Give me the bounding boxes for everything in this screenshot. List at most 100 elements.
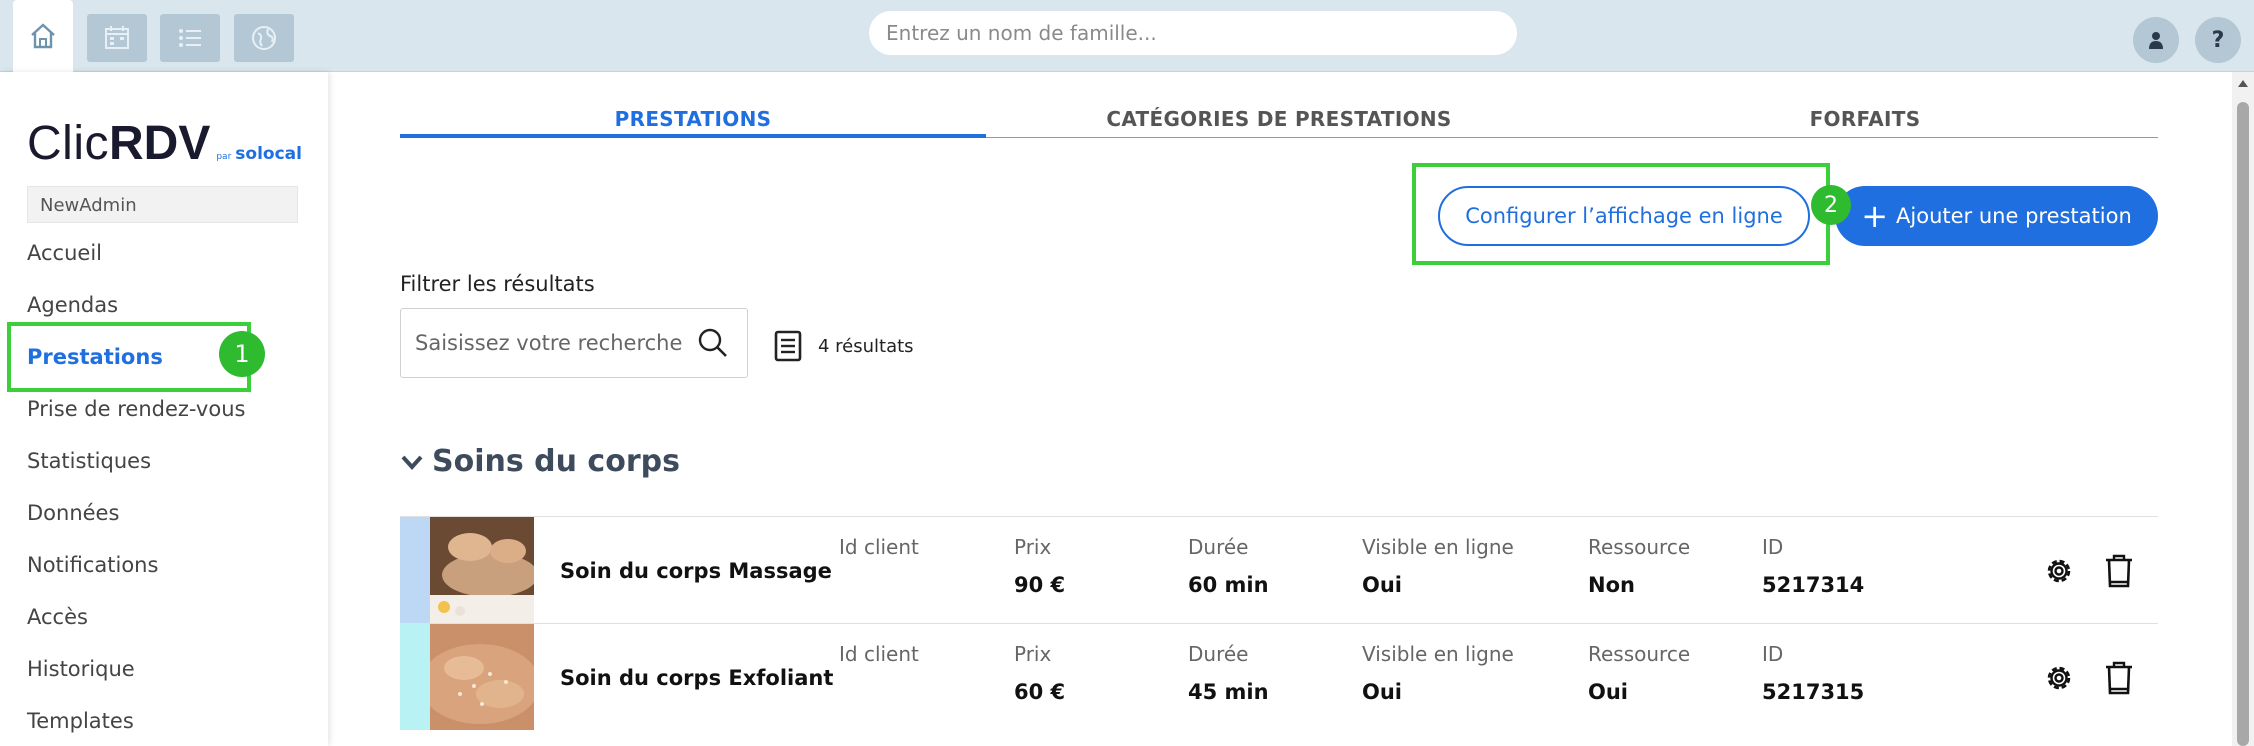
globe-icon (252, 26, 276, 50)
account-name[interactable]: NewAdmin (27, 186, 298, 223)
settings-button[interactable] (2041, 553, 2077, 589)
sidebar: Clic RDV par solocal NewAdmin Accueil Ag… (0, 72, 328, 746)
user-button[interactable] (2133, 17, 2179, 63)
chevron-down-icon (401, 455, 423, 470)
visible-online-value: Oui (1362, 680, 1403, 704)
logo-rdv-text: RDV (109, 117, 211, 170)
gear-icon (2047, 559, 2071, 583)
sidebar-item-prestations[interactable]: Prestations (27, 345, 163, 369)
home-nav-button[interactable] (13, 0, 73, 72)
logo-clic-text: Clic (27, 117, 109, 170)
sidebar-item-donnees[interactable]: Données (27, 501, 119, 525)
id-cell: ID 5217314 (1762, 535, 1864, 597)
category-color-stripe (400, 624, 430, 730)
sidebar-item-historique[interactable]: Historique (27, 657, 135, 681)
logo-par-text: par (216, 152, 232, 162)
add-prestation-button[interactable]: + Ajouter une prestation (1835, 186, 2158, 246)
results-summary: 4 résultats (774, 330, 914, 362)
resource-label: Ressource (1588, 535, 1691, 559)
tab-forfaits[interactable]: FORFAITS (1572, 100, 2158, 137)
family-name-search-input[interactable] (869, 11, 1517, 55)
exfoliant-thumbnail-image (430, 624, 534, 730)
list-nav-button[interactable] (160, 14, 220, 62)
configure-online-display-button[interactable]: Configurer l’affichage en ligne (1438, 186, 1810, 246)
settings-button[interactable] (2041, 660, 2077, 696)
id-value: 5217315 (1762, 680, 1865, 704)
filter-label: Filtrer les résultats (400, 272, 595, 296)
sidebar-item-notifications[interactable]: Notifications (27, 553, 158, 577)
plus-icon: + (1861, 197, 1889, 235)
duration-label: Durée (1188, 535, 1249, 559)
section-title: Soins du corps (432, 444, 680, 479)
client-id-label: Id client (839, 535, 919, 559)
annotation-badge-2: 2 (1811, 185, 1851, 225)
duration-label: Durée (1188, 642, 1249, 666)
clicrdv-logo: Clic RDV par solocal (27, 116, 302, 171)
client-id-cell: Id client (839, 535, 919, 573)
gear-icon (2047, 666, 2071, 690)
price-cell: Prix 90 € (1014, 535, 1065, 597)
annotation-badge-1: 1 (219, 331, 265, 377)
section-toggle-soins-du-corps[interactable]: Soins du corps (400, 444, 680, 479)
visible-online-cell: Visible en ligne Oui (1362, 642, 1514, 704)
scrollbar-thumb[interactable] (2237, 102, 2249, 746)
table-row[interactable]: Soin du corps Massage Id client Prix 90 … (400, 516, 2158, 623)
visible-online-value: Oui (1362, 573, 1403, 597)
filter-search-input[interactable] (415, 331, 685, 355)
visible-online-label: Visible en ligne (1362, 535, 1514, 559)
price-label: Prix (1014, 535, 1052, 559)
client-id-cell: Id client (839, 642, 919, 680)
help-button[interactable]: ? (2195, 17, 2241, 63)
resource-cell: Ressource Non (1588, 535, 1690, 597)
resource-value: Non (1588, 573, 1635, 597)
scroll-up-arrow-icon[interactable] (2238, 80, 2248, 87)
search-icon[interactable] (697, 327, 729, 359)
globe-nav-button[interactable] (234, 14, 294, 62)
resource-value: Oui (1588, 680, 1629, 704)
sidebar-item-accueil[interactable]: Accueil (27, 241, 102, 265)
visible-online-cell: Visible en ligne Oui (1362, 535, 1514, 597)
trash-icon (2106, 554, 2132, 588)
table-row[interactable]: Soin du corps Exfoliant Id client Prix 6… (400, 623, 2158, 730)
resource-cell: Ressource Oui (1588, 642, 1690, 704)
top-bar: ? (0, 0, 2254, 72)
sidebar-item-prise-de-rendez-vous[interactable]: Prise de rendez-vous (27, 397, 245, 421)
trash-icon (2106, 661, 2132, 695)
massage-thumbnail-image (430, 517, 534, 623)
tab-categories-de-prestations[interactable]: CATÉGORIES DE PRESTATIONS (986, 100, 1572, 137)
sidebar-item-templates[interactable]: Templates (27, 709, 134, 733)
prestation-name: Soin du corps Exfoliant (560, 666, 834, 690)
home-icon (31, 23, 55, 49)
id-value: 5217314 (1762, 573, 1865, 597)
duration-cell: Durée 45 min (1188, 642, 1269, 704)
results-count: 4 résultats (818, 335, 914, 357)
list-icon (179, 29, 201, 47)
calendar-icon (105, 26, 129, 49)
document-list-icon (774, 330, 802, 362)
duration-value: 45 min (1188, 680, 1269, 704)
duration-cell: Durée 60 min (1188, 535, 1269, 597)
price-value: 90 € (1014, 573, 1066, 597)
tab-bar: PRESTATIONS CATÉGORIES DE PRESTATIONS FO… (400, 100, 2158, 138)
category-color-stripe (400, 517, 430, 623)
resource-label: Ressource (1588, 642, 1691, 666)
sidebar-item-statistiques[interactable]: Statistiques (27, 449, 151, 473)
tab-prestations[interactable]: PRESTATIONS (400, 100, 986, 138)
delete-button[interactable] (2101, 660, 2137, 696)
id-label: ID (1762, 642, 1784, 666)
duration-value: 60 min (1188, 573, 1269, 597)
calendar-nav-button[interactable] (87, 14, 147, 62)
price-value: 60 € (1014, 680, 1066, 704)
page-scrollbar[interactable] (2232, 72, 2254, 746)
price-cell: Prix 60 € (1014, 642, 1065, 704)
help-icon: ? (2211, 27, 2225, 53)
prestation-name: Soin du corps Massage (560, 559, 832, 583)
sidebar-item-acces[interactable]: Accès (27, 605, 88, 629)
filter-search-box (400, 308, 748, 378)
id-cell: ID 5217315 (1762, 642, 1864, 704)
client-id-label: Id client (839, 642, 919, 666)
delete-button[interactable] (2101, 553, 2137, 589)
add-prestation-label: Ajouter une prestation (1896, 204, 2132, 228)
sidebar-item-agendas[interactable]: Agendas (27, 293, 118, 317)
id-label: ID (1762, 535, 1784, 559)
